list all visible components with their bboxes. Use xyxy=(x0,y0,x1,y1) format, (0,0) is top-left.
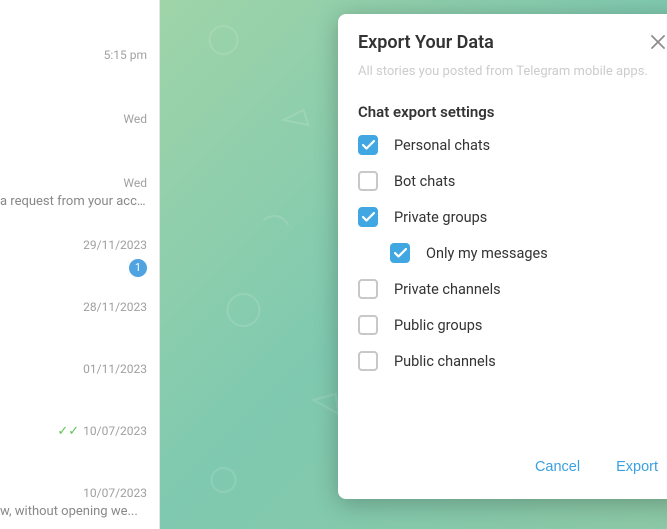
modal-header: Export Your Data xyxy=(338,14,667,64)
close-icon[interactable] xyxy=(646,30,667,54)
checkbox-checked-icon[interactable] xyxy=(358,207,378,227)
export-option-row[interactable]: Only my messages xyxy=(358,243,667,263)
export-option-label: Private groups xyxy=(394,209,487,226)
export-option-label: Private channels xyxy=(394,281,501,298)
chat-main-area: a chat to start messa Export Your Data A… xyxy=(160,0,667,529)
modal-title: Export Your Data xyxy=(358,32,494,53)
checkbox-unchecked-icon[interactable] xyxy=(358,171,378,191)
chat-preview[interactable]: w, without opening we... xyxy=(0,504,147,519)
export-option-label: Public channels xyxy=(394,353,496,370)
chat-time-label: 01/11/2023 xyxy=(83,362,147,376)
export-button[interactable]: Export xyxy=(612,453,662,481)
modal-body[interactable]: All stories you posted from Telegram mob… xyxy=(338,64,667,441)
export-option-row[interactable]: Public channels xyxy=(358,351,667,371)
export-option-row[interactable]: Private channels xyxy=(358,279,667,299)
checkbox-unchecked-icon[interactable] xyxy=(358,315,378,335)
export-option-label: Bot chats xyxy=(394,173,455,190)
chat-time[interactable]: 5:15 pm xyxy=(104,48,147,62)
export-option-row[interactable]: Bot chats xyxy=(358,171,667,191)
chat-time-label: 10/07/2023 xyxy=(83,424,147,438)
chat-time-label: Wed xyxy=(123,176,147,190)
cancel-button[interactable]: Cancel xyxy=(531,453,584,481)
export-data-modal: Export Your Data All stories you posted … xyxy=(338,14,667,499)
chat-time-label: 29/11/2023 xyxy=(83,238,147,252)
export-option-row[interactable]: Private groups xyxy=(358,207,667,227)
checkbox-checked-icon[interactable] xyxy=(390,243,410,263)
export-option-row[interactable]: Personal chats xyxy=(358,135,667,155)
chat-time-label: 10/07/2023 xyxy=(83,486,147,500)
unread-badge: 1 xyxy=(129,259,147,277)
export-option-row[interactable]: Public groups xyxy=(358,315,667,335)
checkbox-checked-icon[interactable] xyxy=(358,135,378,155)
chat-time[interactable]: 01/11/2023 xyxy=(83,362,147,376)
modal-footer: Cancel Export xyxy=(338,441,667,499)
checkbox-unchecked-icon[interactable] xyxy=(358,279,378,299)
section-title: Chat export settings xyxy=(358,103,667,121)
chat-time[interactable]: 28/11/2023 xyxy=(83,300,147,314)
read-check-icon: ✓✓ xyxy=(57,424,79,439)
chat-time-label: Wed xyxy=(123,112,147,126)
chat-list-sidebar: 5:15 pm Wed Wed a request from your acc... 2… xyxy=(0,0,160,529)
export-option-label: Public groups xyxy=(394,317,482,334)
chat-time-label: 5:15 pm xyxy=(104,48,147,62)
chat-time[interactable]: ✓✓ 10/07/2023 xyxy=(57,424,147,439)
chat-time[interactable]: Wed xyxy=(123,176,147,190)
chat-time-label: 28/11/2023 xyxy=(83,300,147,314)
chat-preview[interactable]: a request from your acc... xyxy=(0,194,147,209)
chat-time[interactable]: 29/11/2023 xyxy=(83,238,147,252)
chat-time[interactable]: 10/07/2023 xyxy=(83,486,147,500)
previous-section-fade: All stories you posted from Telegram mob… xyxy=(358,64,667,79)
export-option-label: Personal chats xyxy=(394,137,490,154)
export-option-label: Only my messages xyxy=(426,245,548,262)
chat-time[interactable]: Wed xyxy=(123,112,147,126)
checkbox-unchecked-icon[interactable] xyxy=(358,351,378,371)
